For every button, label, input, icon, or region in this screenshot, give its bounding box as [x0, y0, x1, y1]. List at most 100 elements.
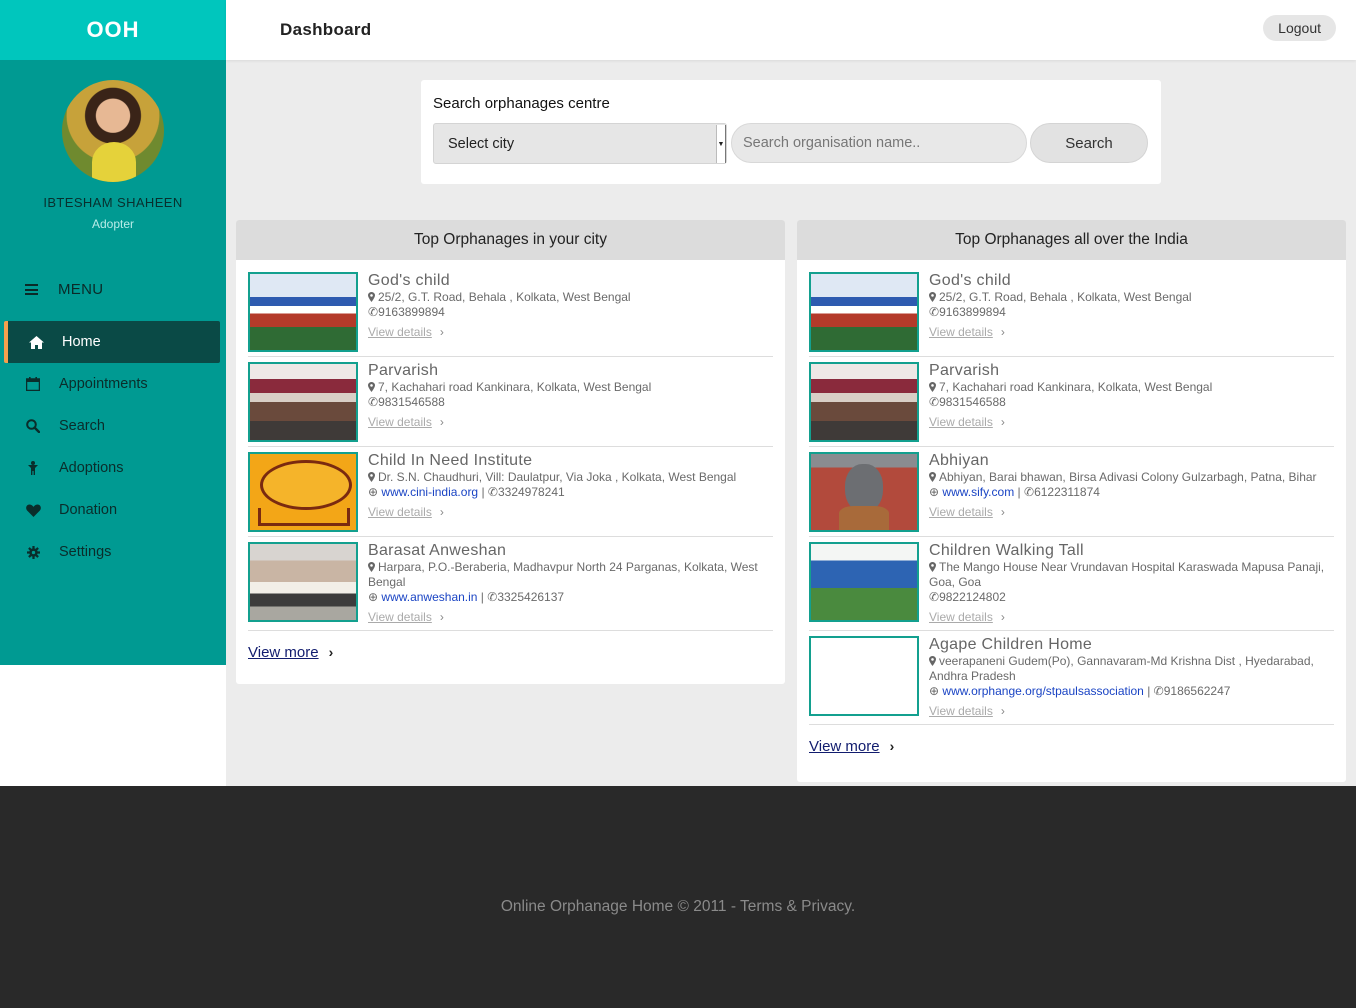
orphanage-name[interactable]: Children Walking Tall [929, 542, 1334, 560]
orphanage-photo[interactable] [248, 542, 358, 622]
list-item: Agape Children Home veerapaneni Gudem(Po… [809, 636, 1334, 725]
orphanage-name[interactable]: Parvarish [929, 362, 1334, 380]
address-line: Dr. S.N. Chaudhuri, Vill: Daulatpur, Via… [368, 470, 773, 485]
sidebar-item-adoptions[interactable]: Adoptions [0, 447, 226, 489]
orphanage-photo[interactable] [809, 542, 919, 622]
view-details-link[interactable]: View details › [368, 415, 444, 429]
list-item: Parvarish 7, Kachahari road Kankinara, K… [248, 362, 773, 447]
view-details-link[interactable]: View details › [368, 505, 444, 519]
phone: 3324978241 [497, 485, 565, 499]
address: 25/2, G.T. Road, Behala , Kolkata, West … [939, 290, 1192, 304]
address: The Mango House Near Vrundavan Hospital … [929, 560, 1325, 589]
sidebar-nav: Home Appointments Search Adoptions Donat… [0, 321, 226, 573]
brand-logo[interactable]: OOH [0, 0, 226, 60]
phone-icon: ✆ [487, 485, 498, 499]
city-select-value: Select city [448, 135, 515, 152]
phone: 9822124802 [939, 590, 1006, 604]
address: 25/2, G.T. Road, Behala , Kolkata, West … [378, 290, 631, 304]
website-link[interactable]: www.orphange.org/stpaulsassociation [942, 684, 1143, 698]
sidebar-item-home[interactable]: Home [4, 321, 220, 363]
address-line: 7, Kachahari road Kankinara, Kolkata, We… [368, 380, 773, 395]
orphanage-photo[interactable] [248, 452, 358, 532]
view-details-link[interactable]: View details › [929, 325, 1005, 339]
view-more-link[interactable]: View more [809, 738, 880, 755]
sidebar-item-label: Home [62, 334, 101, 350]
orphanage-photo[interactable] [809, 362, 919, 442]
chevron-right-icon: › [889, 738, 895, 754]
sidebar-item-settings[interactable]: Settings [0, 531, 226, 573]
search-card: Search orphanages centre Select city ▼ S… [421, 80, 1161, 184]
caret-down-icon: ▼ [716, 125, 726, 163]
orphanage-photo[interactable] [809, 452, 919, 532]
map-marker-icon [368, 562, 375, 572]
sidebar-item-label: Donation [59, 502, 118, 518]
sidebar-item-appointments[interactable]: Appointments [0, 363, 226, 405]
orphanage-name[interactable]: God's child [929, 272, 1334, 290]
sidebar-item-donation[interactable]: Donation [0, 489, 226, 531]
chevron-right-icon: › [439, 610, 444, 624]
website-link[interactable]: www.anweshan.in [381, 590, 477, 604]
topbar: Dashboard Logout [226, 0, 1356, 60]
address-line: veerapaneni Gudem(Po), Gannavaram-Md Kri… [929, 654, 1334, 684]
list-item: Parvarish 7, Kachahari road Kankinara, K… [809, 362, 1334, 447]
menu-toggle[interactable]: MENU [25, 281, 103, 298]
map-marker-icon [929, 292, 936, 302]
search-icon [25, 419, 41, 433]
view-more-link[interactable]: View more [248, 644, 319, 661]
orphanage-photo[interactable] [809, 272, 919, 352]
map-marker-icon [368, 382, 375, 392]
address-line: 25/2, G.T. Road, Behala , Kolkata, West … [368, 290, 773, 305]
menu-heading: MENU [58, 281, 104, 298]
view-details-link[interactable]: View details › [929, 610, 1005, 624]
orphanage-name[interactable]: Abhiyan [929, 452, 1334, 470]
phone: 9163899894 [939, 305, 1006, 319]
contact-line: ⊕ www.anweshan.in | ✆3325426137 [368, 590, 565, 604]
chevron-right-icon: › [439, 325, 444, 339]
globe-icon: ⊕ [368, 485, 379, 499]
map-marker-icon [929, 382, 936, 392]
sidebar-item-label: Appointments [59, 376, 148, 392]
view-details-link[interactable]: View details › [368, 325, 444, 339]
orphanage-name[interactable]: God's child [368, 272, 773, 290]
orphanage-name[interactable]: Agape Children Home [929, 636, 1334, 654]
calendar-icon [25, 377, 41, 391]
organisation-search-input[interactable] [731, 123, 1027, 163]
view-details-link[interactable]: View details › [929, 415, 1005, 429]
view-details-link[interactable]: View details › [368, 610, 444, 624]
orphanage-photo[interactable] [809, 636, 919, 716]
address: 7, Kachahari road Kankinara, Kolkata, We… [939, 380, 1213, 394]
sidebar-item-search[interactable]: Search [0, 405, 226, 447]
list-item: Barasat Anweshan Harpara, P.O.-Beraberia… [248, 542, 773, 631]
website-link[interactable]: www.sify.com [942, 485, 1014, 499]
phone: 9163899894 [378, 305, 445, 319]
panel-title: Top Orphanages in your city [236, 220, 785, 260]
map-marker-icon [929, 656, 936, 666]
chevron-right-icon: › [1000, 505, 1005, 519]
view-details-link[interactable]: View details › [929, 505, 1005, 519]
orphanage-photo[interactable] [248, 272, 358, 352]
contact-line: ✆9163899894 [368, 305, 773, 320]
orphanage-name[interactable]: Child In Need Institute [368, 452, 773, 470]
contact-line: ✆9822124802 [929, 590, 1334, 605]
contact-line: ✆9831546588 [929, 395, 1334, 410]
chevron-right-icon: › [439, 415, 444, 429]
globe-icon: ⊕ [929, 684, 940, 698]
phone-icon: ✆ [368, 305, 379, 319]
view-details-link[interactable]: View details › [929, 704, 1005, 718]
orphanage-name[interactable]: Parvarish [368, 362, 773, 380]
home-icon [28, 335, 44, 349]
chevron-right-icon: › [1000, 325, 1005, 339]
user-name: IBTESHAM SHAHEEN [43, 195, 183, 210]
search-button[interactable]: Search [1030, 123, 1148, 163]
city-select[interactable]: Select city ▼ [433, 123, 727, 164]
list-item: Abhiyan Abhiyan, Barai bhawan, Birsa Adi… [809, 452, 1334, 537]
phone-icon: ✆ [929, 305, 940, 319]
map-marker-icon [929, 472, 936, 482]
logout-button[interactable]: Logout [1263, 15, 1336, 41]
orphanage-name[interactable]: Barasat Anweshan [368, 542, 773, 560]
website-link[interactable]: www.cini-india.org [381, 485, 478, 499]
chevron-right-icon: › [1000, 415, 1005, 429]
phone: 3325426137 [497, 590, 565, 604]
search-heading: Search orphanages centre [433, 95, 610, 112]
orphanage-photo[interactable] [248, 362, 358, 442]
